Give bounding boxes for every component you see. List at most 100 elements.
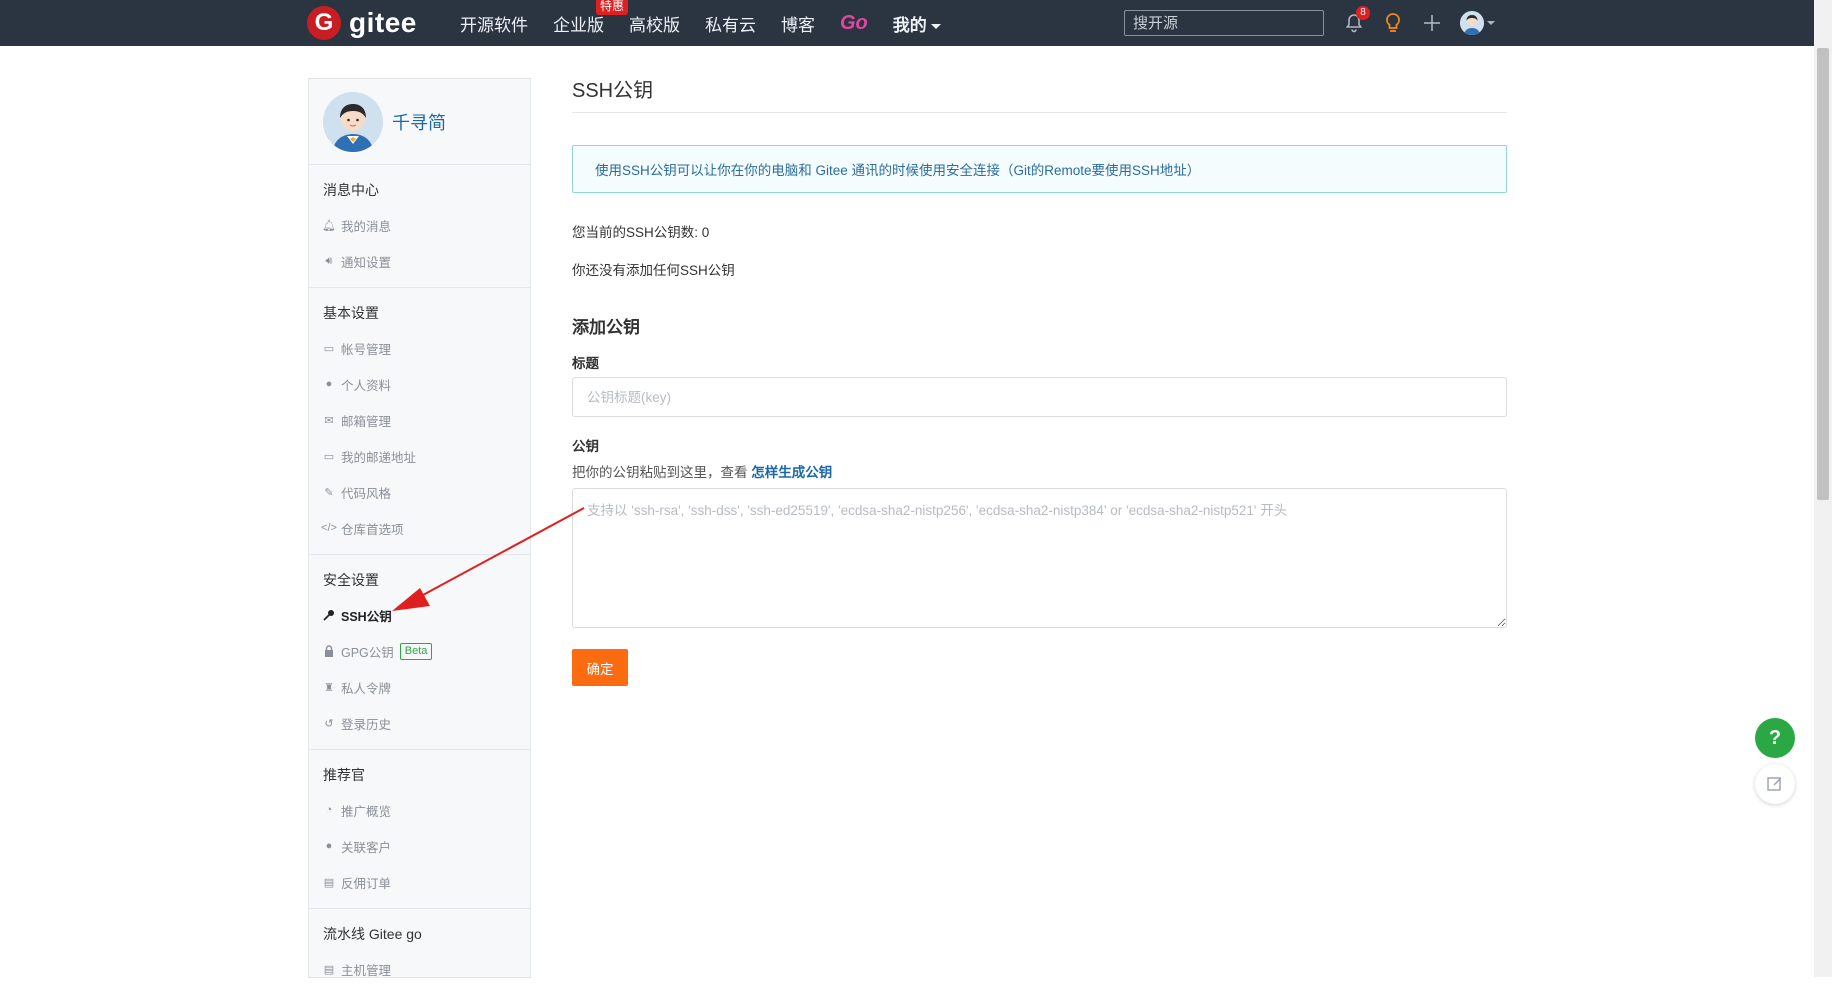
nav-university[interactable]: 高校版 [629,11,680,36]
nav-private-cloud[interactable]: 私有云 [705,11,756,36]
sidebar-item-profile[interactable]: ● 个人资料 [309,366,530,402]
sidebar-item-code-style[interactable]: ✎ 代码风格 [309,474,530,510]
ssh-key-count: 您当前的SSH公钥数: 0 [572,225,710,240]
sidebar-item-private-token[interactable]: ♜ 私人令牌 [309,669,530,705]
search-input[interactable] [1124,10,1324,36]
beta-badge: Beta [399,642,433,660]
avatar[interactable] [323,91,383,152]
nav-blog[interactable]: 博客 [781,11,815,36]
nav-mine-dropdown[interactable]: 我的 [893,11,941,36]
public-key-label: 公钥 [572,439,599,454]
sidebar-item-label: 个人资料 [341,378,392,393]
sidebar-item-label: 私人令牌 [341,681,392,696]
history-icon: ↺ [324,717,334,730]
sidebar-item-postal-address[interactable]: ▭ 我的邮递地址 [309,438,530,474]
sidebar-item-host-management[interactable]: ▤ 主机管理 [309,951,530,987]
key-title-label: 标题 [572,356,599,371]
sidebar-item-promotion-overview[interactable]: ◔ 推广概览 [309,792,530,828]
add-key-heading: 添加公钥 [572,318,640,337]
gitee-logo-mark: G [307,6,341,40]
profile-username[interactable]: 千寻简 [392,109,446,135]
sidebar-item-email[interactable]: ✉ 邮箱管理 [309,402,530,438]
ssh-keys-panel: SSH公钥 使用SSH公钥可以让你在你的电脑和 Gitee 通讯的时候使用安全连… [572,78,1507,686]
gitee-logo[interactable]: G gitee [307,6,417,40]
sidebar-section-pipeline: 流水线 Gitee go ▤ 主机管理 [309,909,530,995]
key-icon [323,609,335,621]
sidebar-section-referral: 推荐官 ◔ 推广概览 ● 关联客户 ▤ 反佣订单 [309,750,530,909]
nav-mine-label: 我的 [892,15,927,35]
sidebar-item-label: 主机管理 [341,963,392,978]
sidebar-item-label: 仓库首选项 [341,522,404,537]
page-scrollbar[interactable] [1814,0,1832,977]
sidebar-item-label: 我的消息 [341,219,392,234]
nav-enterprise[interactable]: 企业版 特惠 [553,0,629,36]
sidebar-section-security: 安全设置 SSH公钥 GPG公钥 Beta ♜ 私人令牌 ↺ 登录历史 [309,555,530,750]
sidebar-item-account[interactable]: ▭ 帐号管理 [309,330,530,366]
sidebar-section-basic: 基本设置 ▭ 帐号管理 ● 个人资料 ✉ 邮箱管理 ▭ 我的邮递地址 ✎ 代码风… [309,288,530,555]
avatar [1460,11,1484,35]
key-title-input[interactable] [572,377,1507,417]
help-button[interactable]: ? [1755,718,1795,758]
sidebar-item-label: 反佣订单 [341,876,392,891]
edit-icon [1767,777,1782,791]
brush-icon: ✎ [324,486,334,499]
help-icon: ? [1768,726,1782,749]
sidebar-item-label: 通知设置 [341,255,392,270]
mail-icon: ✉ [324,414,334,427]
section-title: 消息中心 [323,182,379,198]
section-title: 基本设置 [323,305,379,321]
feedback-button[interactable] [1755,764,1795,804]
sidebar-item-linked-customers[interactable]: ● 关联客户 [309,828,530,864]
sidebar-item-ssh-keys[interactable]: SSH公钥 [309,597,530,633]
lock-icon [323,645,335,657]
gauge-icon: ◔ [325,804,333,816]
notification-count-badge: 8 [1356,6,1370,20]
notification-button[interactable]: 8 [1342,6,1370,35]
lightbulb-icon [1386,13,1400,32]
sidebar-item-label: 关联客户 [341,840,392,855]
sidebar-item-repo-preferences[interactable]: </> 仓库首选项 [309,510,530,546]
section-title: 推荐官 [323,767,365,783]
create-button[interactable] [1420,11,1444,35]
page-title: SSH公钥 [572,78,1507,113]
nav-enterprise-label: 企业版 [553,15,604,35]
sidebar-item-label: 帐号管理 [341,342,392,357]
server-icon: ▤ [323,963,335,976]
gitee-logo-text: gitee [349,7,417,38]
sidebar-item-commission-orders[interactable]: ▤ 反佣订单 [309,864,530,900]
sidebar-item-notification-settings[interactable]: 🔊︎ 通知设置 [309,243,530,279]
sidebar-item-my-messages[interactable]: 🔔︎ 我的消息 [309,207,530,243]
lightbulb-button[interactable] [1381,11,1405,35]
settings-sidebar: 千寻简 消息中心 🔔︎ 我的消息 🔊︎ 通知设置 基本设置 ▭ 帐号管理 ● 个… [308,78,531,978]
plus-icon [1424,15,1440,31]
scrollbar-thumb[interactable] [1817,48,1829,500]
sidebar-item-label: 代码风格 [341,486,392,501]
public-key-hint-text: 把你的公钥粘贴到这里，查看 [572,465,752,480]
token-icon: ♜ [324,681,334,694]
sidebar-item-gpg-keys[interactable]: GPG公钥 Beta [309,633,530,669]
ssh-empty-message: 你还没有添加任何SSH公钥 [572,263,735,278]
order-icon: ▤ [323,876,335,889]
ssh-info-alert: 使用SSH公钥可以让你在你的电脑和 Gitee 通讯的时候使用安全连接（Git的… [572,145,1507,193]
profile-card: 千寻简 [309,79,530,165]
main-nav: 开源软件 企业版 特惠 高校版 私有云 博客 Go 我的 [460,0,966,46]
sidebar-item-label: 推广概览 [341,804,392,819]
user-link-icon: ● [325,840,333,852]
hot-badge: 特惠 [596,0,629,15]
submit-button[interactable]: 确定 [572,649,628,686]
public-key-hint: 把你的公钥粘贴到这里，查看 怎样生成公钥 [572,461,1507,481]
ssh-info-text: 使用SSH公钥可以让你在你的电脑和 Gitee 通讯的时候使用安全连接（Git的… [595,163,1201,178]
user-menu-button[interactable] [1460,11,1500,35]
sidebar-item-login-history[interactable]: ↺ 登录历史 [309,705,530,741]
sidebar-item-label: GPG公钥 [341,645,394,660]
nav-open-source[interactable]: 开源软件 [460,11,528,36]
sidebar-section-messages: 消息中心 🔔︎ 我的消息 🔊︎ 通知设置 [309,165,530,288]
section-title: 流水线 Gitee go [323,926,422,942]
nav-gitee-go[interactable]: Go [840,12,868,35]
bell-icon: 🔔︎ [322,219,336,232]
id-card-icon: ▭ [323,450,335,463]
public-key-textarea[interactable] [572,488,1507,628]
how-to-generate-key-link[interactable]: 怎样生成公钥 [751,465,832,480]
sidebar-item-label: SSH公钥 [341,609,392,624]
sidebar-item-label: 邮箱管理 [341,414,392,429]
